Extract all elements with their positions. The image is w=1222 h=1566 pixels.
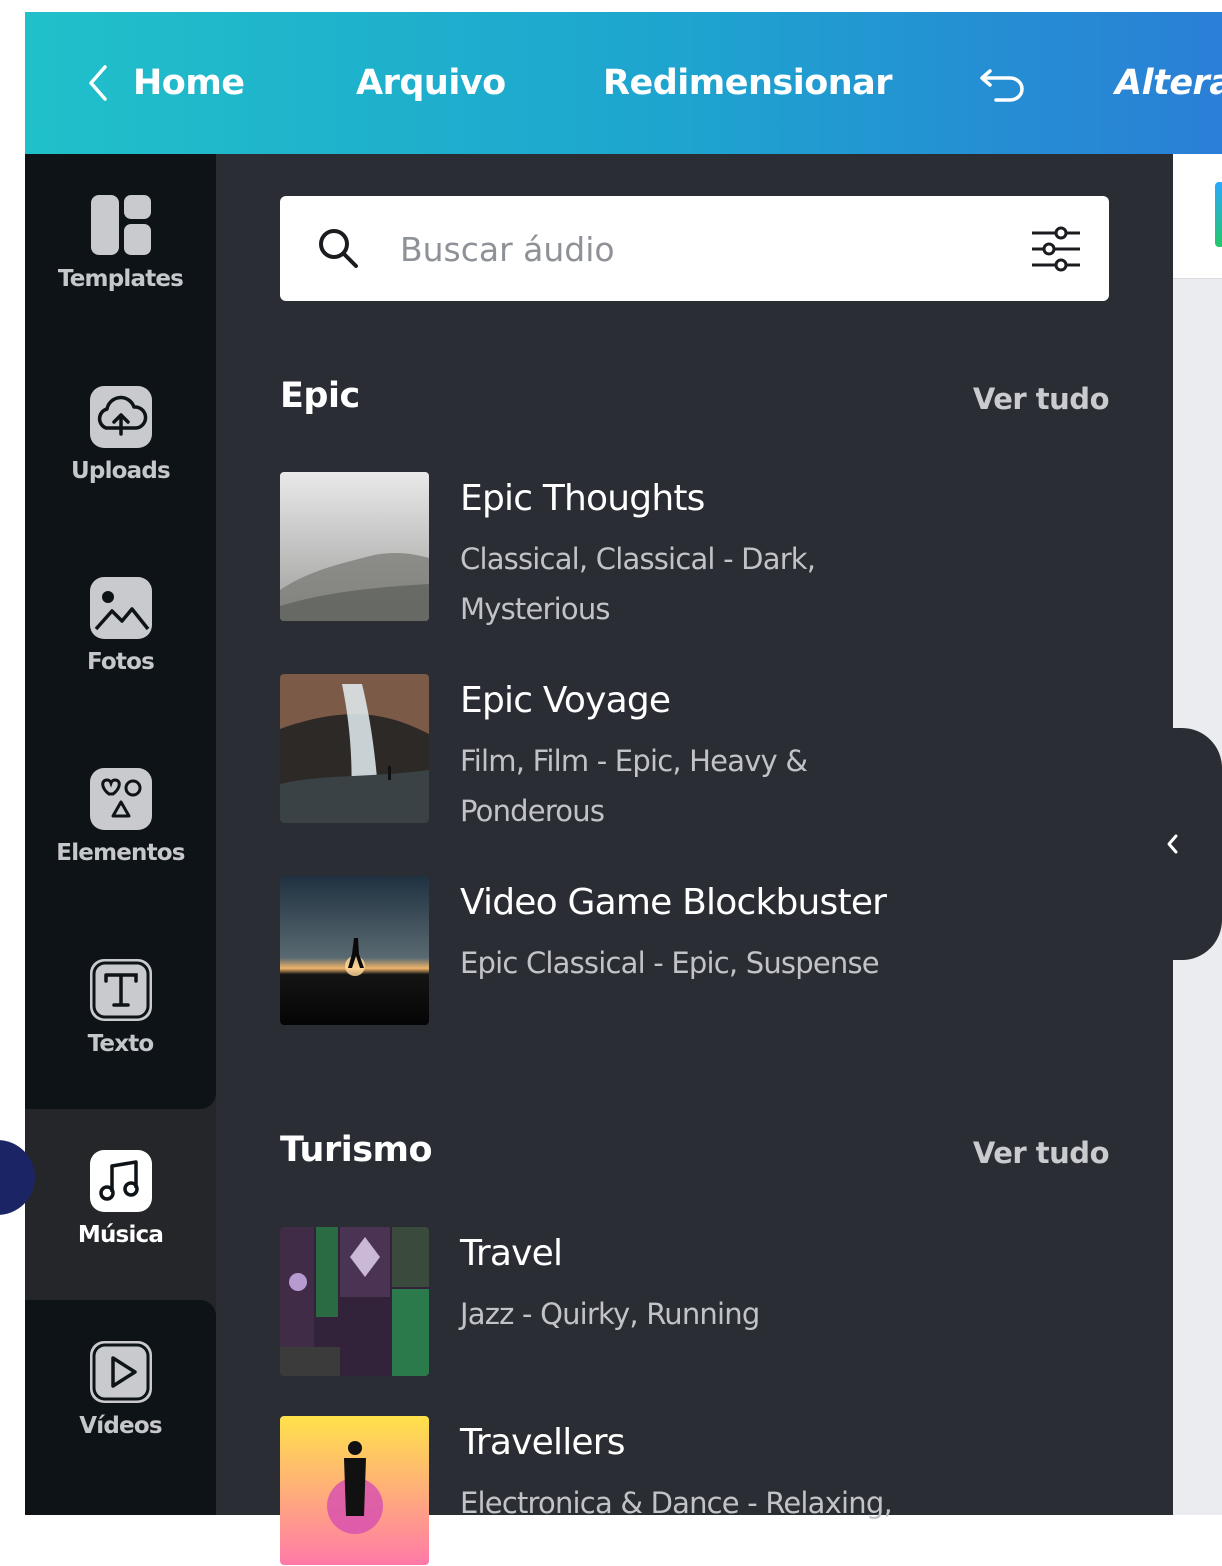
sidebar-item-text[interactable]: Texto <box>25 957 216 1057</box>
search-input[interactable] <box>398 220 982 278</box>
home-button[interactable]: Home <box>85 12 245 154</box>
resize-button[interactable]: Redimensionar <box>603 12 893 154</box>
text-icon <box>89 959 152 1021</box>
undo-icon <box>980 69 1024 102</box>
canvas-toolbar <box>1173 154 1222 279</box>
waterfall-image <box>280 674 429 823</box>
sidebar-item-elements[interactable]: Elementos <box>25 766 216 866</box>
file-menu-button[interactable]: Arquivo <box>356 12 506 154</box>
track-item[interactable]: Epic Voyage Film, Film - Epic, Heavy & P… <box>280 674 1109 828</box>
color-swatch[interactable] <box>1215 182 1222 247</box>
track-tags: Jazz - Quirky, Running <box>460 1297 760 1331</box>
sidebar-item-photos[interactable]: Fotos <box>25 575 216 675</box>
track-tags: Classical, Classical - Dark, Mysterious <box>460 542 816 626</box>
changes-saved-status[interactable]: Altera <box>1115 12 1222 154</box>
track-title: Travel <box>460 1233 563 1274</box>
shapes-icon <box>89 768 152 830</box>
sidebar-item-templates[interactable]: Templates <box>25 192 216 292</box>
collapse-panel-button[interactable] <box>1140 728 1222 960</box>
track-thumbnail <box>280 1416 429 1565</box>
track-item[interactable]: Travellers Electronica & Dance - Relaxin… <box>280 1416 1109 1566</box>
search-icon <box>319 229 358 268</box>
photo-icon <box>89 577 152 639</box>
section-title-turismo: Turismo <box>280 1130 433 1170</box>
track-title: Video Game Blockbuster <box>460 882 887 923</box>
track-title: Epic Voyage <box>460 680 671 721</box>
sidebar-item-label: Música <box>77 1222 164 1248</box>
sidebar-item-music[interactable]: Música <box>25 1148 216 1248</box>
track-title: Epic Thoughts <box>460 478 705 519</box>
sidebar-item-label: Texto <box>87 1031 155 1057</box>
sidebar-item-label: Fotos <box>86 649 155 675</box>
sidebar-item-uploads[interactable]: Uploads <box>25 384 216 484</box>
undo-button[interactable] <box>978 12 1030 154</box>
track-item[interactable]: Epic Thoughts Classical, Classical - Dar… <box>280 472 1109 626</box>
track-thumbnail <box>280 876 429 1025</box>
section-title-epic: Epic <box>280 376 360 416</box>
track-item[interactable]: Travel Jazz - Quirky, Running <box>280 1227 1109 1377</box>
track-item[interactable]: Video Game Blockbuster Epic Classical - … <box>280 876 1109 1026</box>
chevron-left-icon <box>89 65 107 101</box>
misty-mountain-image <box>280 472 429 621</box>
home-label: Home <box>133 63 245 103</box>
filter-sliders-icon[interactable] <box>1028 224 1084 274</box>
search-box <box>280 196 1109 301</box>
track-tags: Film, Film - Epic, Heavy & Ponderous <box>460 744 808 828</box>
track-thumbnail <box>280 472 429 621</box>
sidebar-item-label: Vídeos <box>79 1413 162 1439</box>
audio-panel: Epic Ver tudo Epic Thoughts Classical, C… <box>216 154 1173 1565</box>
sidebar: Templates Uploads Fotos Elementos Texto … <box>25 154 216 1515</box>
play-icon <box>89 1341 152 1403</box>
top-toolbar: Home Arquivo Redimensionar Altera <box>25 12 1222 154</box>
music-icon <box>89 1150 152 1212</box>
templates-icon <box>90 195 151 255</box>
sidebar-item-label: Elementos <box>56 840 185 866</box>
travel-album-art-image <box>280 1227 429 1376</box>
chevron-left-icon <box>1167 834 1178 854</box>
track-thumbnail <box>280 1227 429 1376</box>
track-title: Travellers <box>460 1422 626 1463</box>
sidebar-item-label: Uploads <box>71 458 171 484</box>
sidebar-item-videos[interactable]: Vídeos <box>25 1339 216 1439</box>
track-thumbnail <box>280 674 429 823</box>
track-tags: Electronica & Dance - Relaxing, <box>460 1486 893 1520</box>
see-all-turismo-link[interactable]: Ver tudo <box>973 1136 1110 1170</box>
travellers-album-art-image <box>280 1416 429 1565</box>
sidebar-item-label: Templates <box>57 266 184 292</box>
cloud-upload-icon <box>89 386 152 448</box>
track-tags: Epic Classical - Epic, Suspense <box>460 946 880 980</box>
see-all-epic-link[interactable]: Ver tudo <box>973 382 1110 416</box>
sunset-silhouette-image <box>280 876 429 1025</box>
